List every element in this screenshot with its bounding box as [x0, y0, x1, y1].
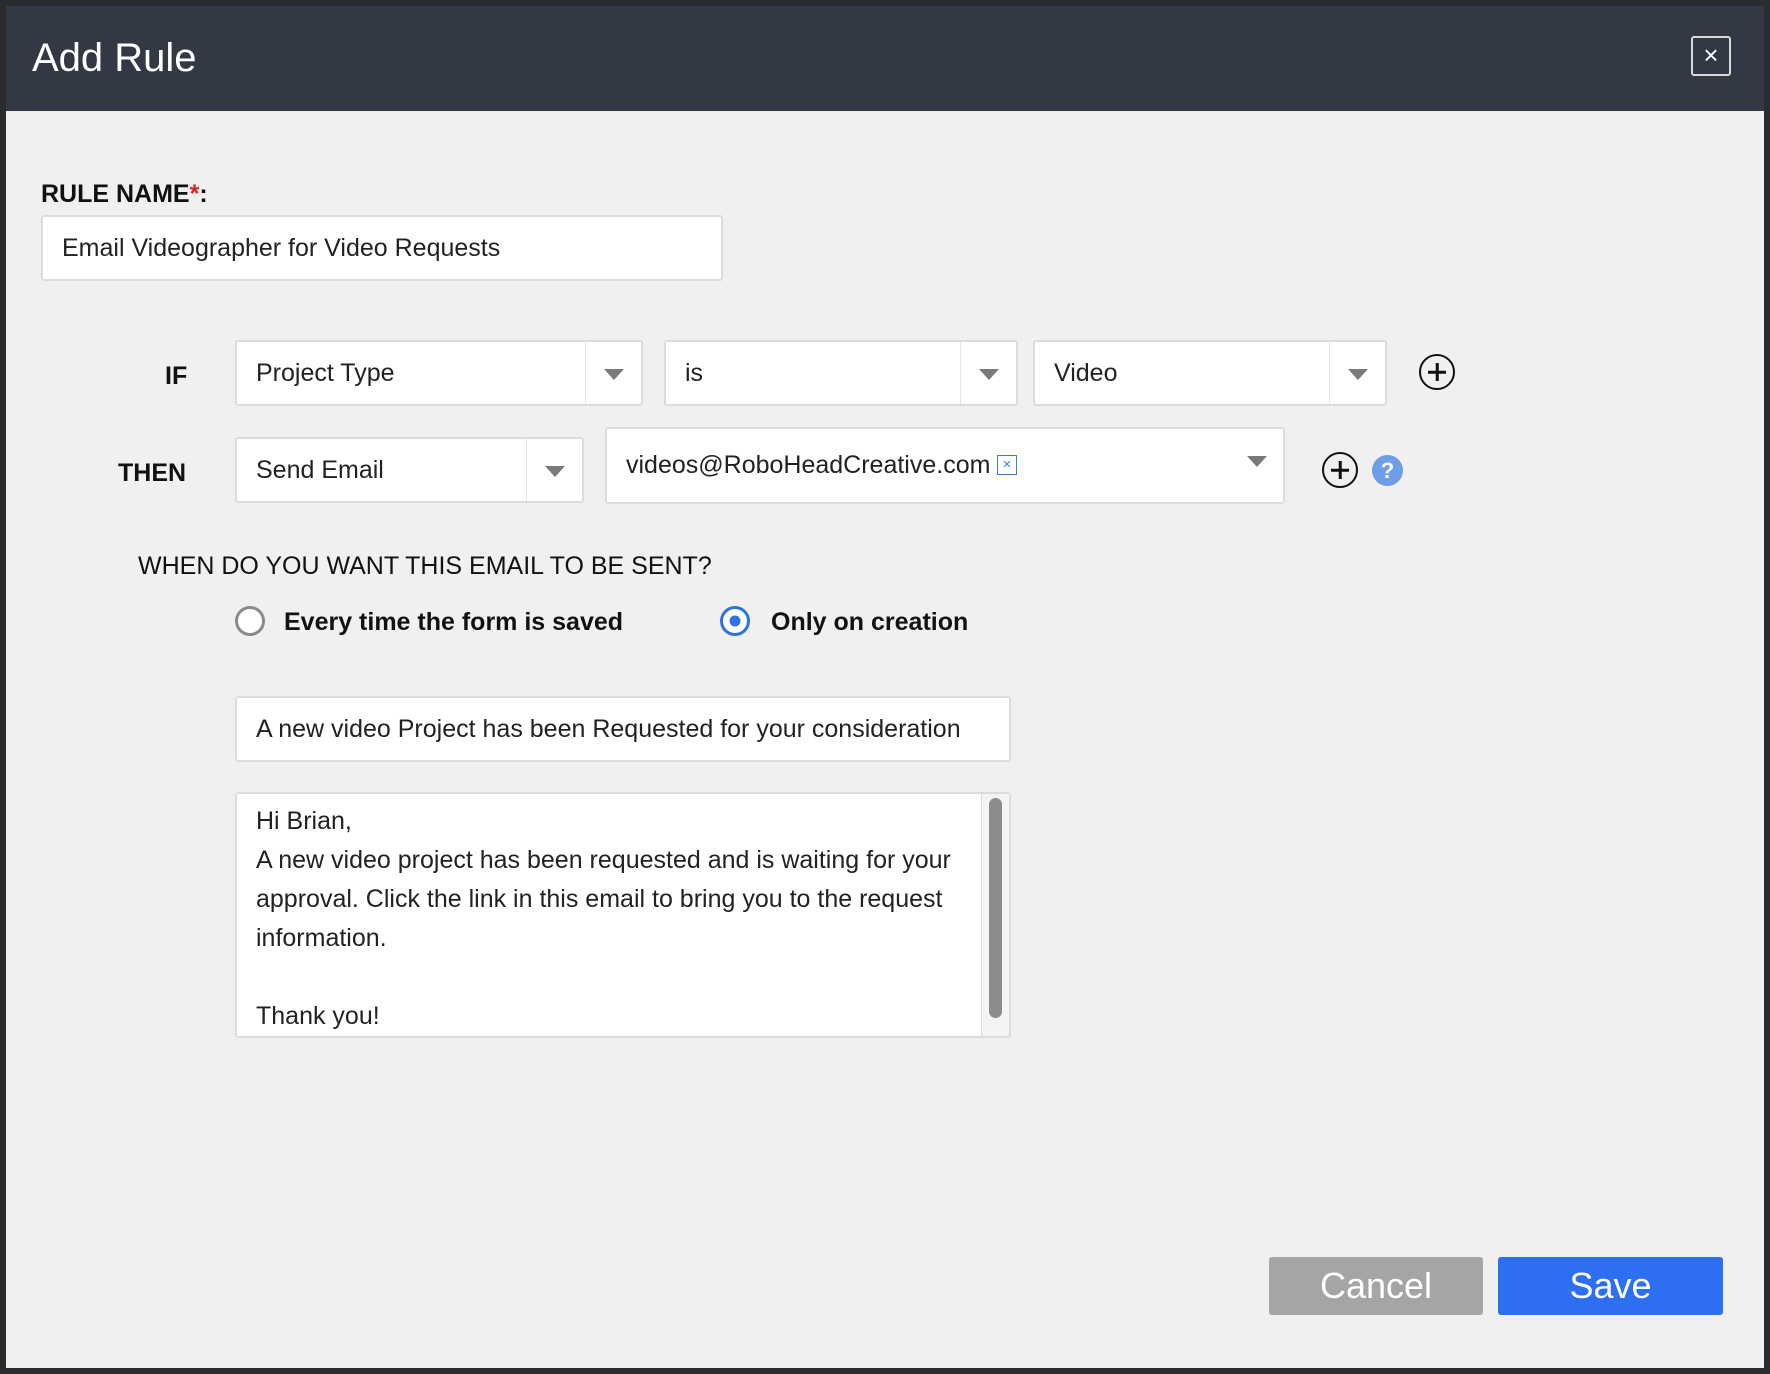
rule-name-input[interactable]: Email Videographer for Video Requests: [41, 215, 723, 281]
email-body-text: Hi Brian, A new video project has been r…: [256, 807, 951, 1030]
scrollbar-thumb[interactable]: [989, 798, 1002, 1018]
rule-name-value: Email Videographer for Video Requests: [62, 234, 501, 262]
chevron-down-icon: [979, 369, 999, 380]
condition-field-value: Project Type: [256, 359, 395, 387]
add-rule-dialog: Add Rule × RULE NAME*: Email Videographe…: [6, 6, 1764, 1368]
cancel-button[interactable]: Cancel: [1269, 1257, 1483, 1315]
then-label: THEN: [118, 459, 187, 487]
condition-operator-select[interactable]: is: [664, 340, 1018, 406]
radio-every-save[interactable]: [235, 606, 265, 636]
email-body-scrollbar[interactable]: [981, 794, 1009, 1036]
add-recipient-plus-icon[interactable]: [1322, 452, 1358, 488]
recipient-select[interactable]: videos@RoboHeadCreative.com ×: [605, 427, 1285, 504]
condition-field-select[interactable]: Project Type: [235, 340, 643, 406]
radio-only-creation[interactable]: [720, 606, 750, 636]
email-subject-value: A new video Project has been Requested f…: [256, 715, 961, 743]
rule-name-label-text: RULE NAME: [41, 180, 190, 208]
close-icon: ×: [1703, 40, 1719, 70]
action-type-value: Send Email: [256, 456, 384, 484]
close-button[interactable]: ×: [1691, 36, 1731, 76]
select-divider: [1329, 342, 1330, 404]
condition-value-value: Video: [1054, 359, 1118, 387]
add-condition-plus-icon[interactable]: [1419, 354, 1455, 390]
tag-remove-icon[interactable]: ×: [997, 455, 1017, 475]
help-icon[interactable]: ?: [1372, 455, 1403, 486]
chevron-down-icon[interactable]: [1247, 456, 1267, 467]
if-label: IF: [165, 362, 188, 390]
timing-question: WHEN DO YOU WANT THIS EMAIL TO BE SENT?: [138, 552, 712, 580]
save-button[interactable]: Save: [1498, 1257, 1723, 1315]
select-divider: [960, 342, 961, 404]
dialog-header: Add Rule ×: [6, 6, 1764, 111]
action-type-select[interactable]: Send Email: [235, 437, 584, 503]
rule-name-label: RULE NAME*:: [41, 179, 208, 209]
condition-value-select[interactable]: Video: [1033, 340, 1387, 406]
select-divider: [526, 439, 527, 501]
rule-name-colon: :: [199, 180, 208, 208]
select-divider: [585, 342, 586, 404]
radio-only-creation-label[interactable]: Only on creation: [771, 607, 968, 637]
chevron-down-icon: [1348, 369, 1368, 380]
chevron-down-icon: [545, 466, 565, 477]
email-subject-input[interactable]: A new video Project has been Requested f…: [235, 696, 1011, 762]
recipient-tag-value: videos@RoboHeadCreative.com: [626, 451, 991, 479]
radio-every-save-label[interactable]: Every time the form is saved: [284, 607, 623, 637]
chevron-down-icon: [604, 369, 624, 380]
condition-operator-value: is: [685, 359, 704, 387]
dialog-title: Add Rule: [32, 36, 197, 80]
required-marker: *: [189, 180, 200, 208]
email-body-textarea[interactable]: Hi Brian, A new video project has been r…: [235, 792, 1011, 1038]
